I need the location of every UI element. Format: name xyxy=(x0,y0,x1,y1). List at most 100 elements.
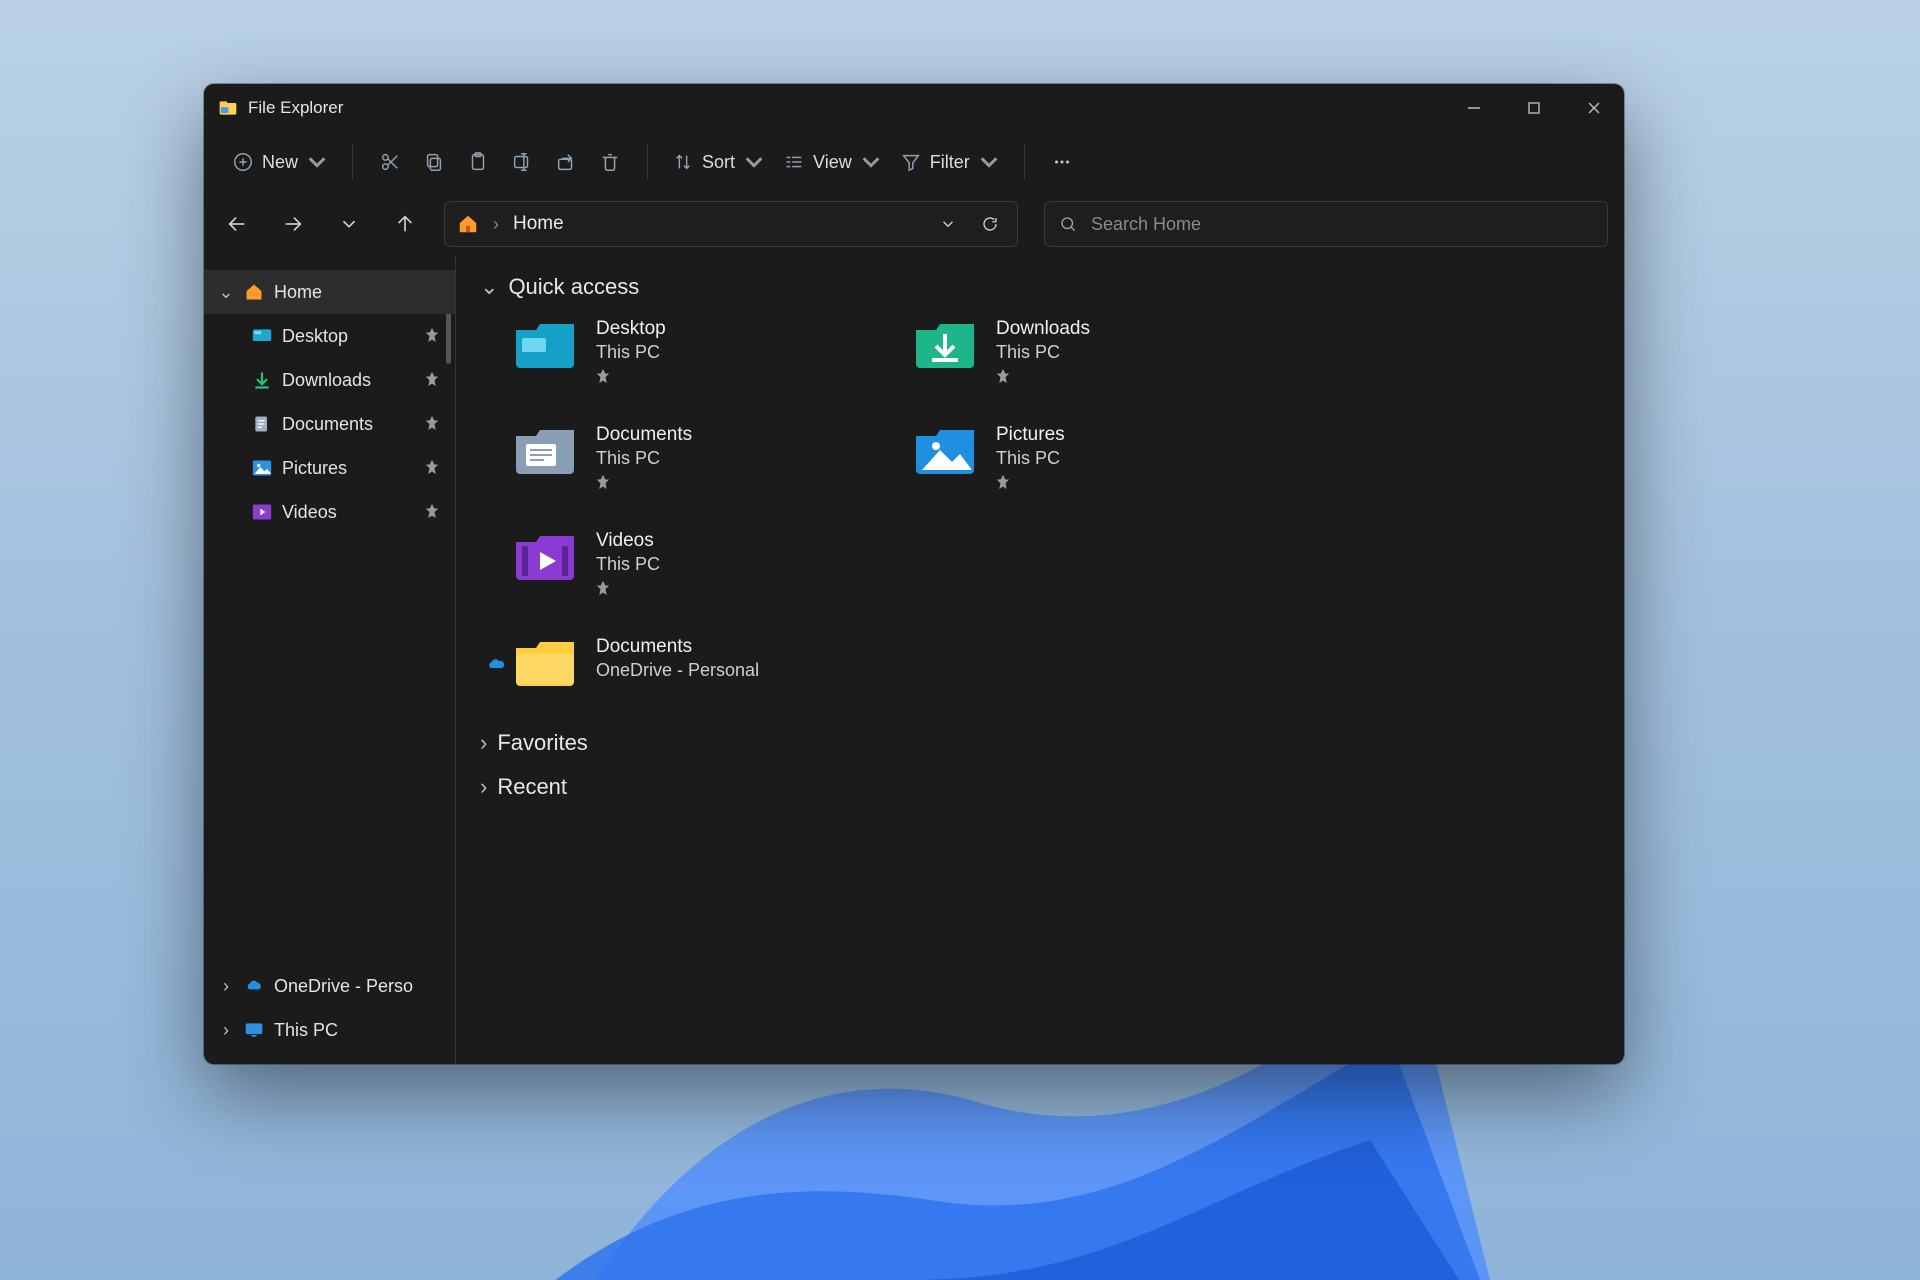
view-button[interactable]: View xyxy=(775,141,890,183)
search-bar[interactable] xyxy=(1044,201,1608,247)
tile-name: Downloads xyxy=(996,318,1090,340)
share-button[interactable] xyxy=(545,141,587,183)
new-label: New xyxy=(262,152,298,173)
pin-icon xyxy=(425,414,439,435)
rename-button[interactable] xyxy=(501,141,543,183)
copy-button[interactable] xyxy=(413,141,455,183)
pictures-icon xyxy=(252,458,272,478)
pin-icon xyxy=(425,370,439,391)
toolbar: New Sort View Filter xyxy=(204,132,1624,192)
folder-downloads-icon xyxy=(914,318,976,370)
folder-icon xyxy=(514,636,576,688)
tile-location: This PC xyxy=(596,448,692,469)
sidebar-item-this-pc[interactable]: › This PC xyxy=(204,1008,455,1052)
tile-name: Documents xyxy=(596,636,759,658)
sidebar-item-home[interactable]: ⌄ Home xyxy=(204,270,455,314)
chevron-right-icon: › xyxy=(480,730,487,756)
cloud-sync-icon xyxy=(486,656,506,670)
quick-access-item-onedrive-documents[interactable]: Documents OneDrive - Personal xyxy=(514,636,914,688)
cut-button[interactable] xyxy=(369,141,411,183)
chevron-down-icon xyxy=(306,151,328,173)
sort-label: Sort xyxy=(702,152,735,173)
sidebar-item-label: Desktop xyxy=(282,326,348,347)
more-button[interactable] xyxy=(1041,141,1083,183)
chevron-right-icon[interactable]: › xyxy=(218,976,234,997)
section-favorites-header[interactable]: › Favorites xyxy=(480,730,1600,756)
sidebar-item-documents[interactable]: Documents xyxy=(204,402,455,446)
copy-icon xyxy=(423,151,445,173)
close-button[interactable] xyxy=(1564,84,1624,132)
minimize-button[interactable] xyxy=(1444,84,1504,132)
pin-icon xyxy=(596,581,660,600)
chevron-down-icon xyxy=(860,151,882,173)
folder-desktop-icon xyxy=(514,318,576,370)
pin-icon xyxy=(596,475,692,494)
toolbar-separator xyxy=(352,145,353,179)
videos-icon xyxy=(252,502,272,522)
forward-button[interactable] xyxy=(276,207,310,241)
onedrive-icon xyxy=(244,976,264,996)
share-icon xyxy=(555,151,577,173)
view-icon xyxy=(783,151,805,173)
up-button[interactable] xyxy=(388,207,422,241)
trash-icon xyxy=(599,151,621,173)
sidebar-item-videos[interactable]: Videos xyxy=(204,490,455,534)
delete-button[interactable] xyxy=(589,141,631,183)
pin-icon xyxy=(425,502,439,523)
filter-button[interactable]: Filter xyxy=(892,141,1008,183)
new-button[interactable]: New xyxy=(224,141,336,183)
quick-access-item-documents[interactable]: Documents This PC xyxy=(514,424,914,494)
quick-access-item-videos[interactable]: Videos This PC xyxy=(514,530,914,600)
sidebar-item-onedrive[interactable]: › OneDrive - Perso xyxy=(204,964,455,1008)
tile-location: This PC xyxy=(996,448,1065,469)
quick-access-item-desktop[interactable]: Desktop This PC xyxy=(514,318,914,388)
documents-icon xyxy=(252,414,272,434)
pin-icon xyxy=(596,369,666,388)
desktop-icon xyxy=(252,326,272,346)
sidebar-item-pictures[interactable]: Pictures xyxy=(204,446,455,490)
back-button[interactable] xyxy=(220,207,254,241)
scissors-icon xyxy=(379,151,401,173)
toolbar-separator xyxy=(1024,145,1025,179)
file-explorer-window: File Explorer New Sort xyxy=(204,84,1624,1064)
nav-row: › Home xyxy=(204,192,1624,256)
window-body: ⌄ Home Desktop Downloads Documents xyxy=(204,256,1624,1064)
chevron-down-icon[interactable]: ⌄ xyxy=(218,282,234,303)
arrow-right-icon xyxy=(282,213,304,235)
plus-circle-icon xyxy=(232,151,254,173)
quick-access-grid: Desktop This PC Downloads This PC xyxy=(514,318,1600,688)
titlebar: File Explorer xyxy=(204,84,1624,132)
arrow-left-icon xyxy=(226,213,248,235)
sidebar-item-label: OneDrive - Perso xyxy=(274,976,413,997)
chevron-right-icon[interactable]: › xyxy=(218,1020,234,1041)
paste-button[interactable] xyxy=(457,141,499,183)
download-icon xyxy=(252,370,272,390)
tile-location: This PC xyxy=(596,554,660,575)
breadcrumb-home[interactable]: Home xyxy=(513,213,564,235)
sort-button[interactable]: Sort xyxy=(664,141,773,183)
quick-access-item-pictures[interactable]: Pictures This PC xyxy=(914,424,1314,494)
rename-icon xyxy=(511,151,533,173)
recent-locations-button[interactable] xyxy=(332,207,366,241)
chevron-down-icon xyxy=(743,151,765,173)
maximize-button[interactable] xyxy=(1504,84,1564,132)
tile-name: Pictures xyxy=(996,424,1065,446)
sidebar-item-downloads[interactable]: Downloads xyxy=(204,358,455,402)
tile-location: This PC xyxy=(596,342,666,363)
sidebar-item-desktop[interactable]: Desktop xyxy=(204,314,455,358)
section-recent-header[interactable]: › Recent xyxy=(480,774,1600,800)
chevron-right-icon: › xyxy=(480,774,487,800)
section-quick-access-header[interactable]: ⌄ Quick access xyxy=(480,274,1600,300)
folder-videos-icon xyxy=(514,530,576,582)
tile-name: Videos xyxy=(596,530,660,552)
quick-access-item-downloads[interactable]: Downloads This PC xyxy=(914,318,1314,388)
address-bar[interactable]: › Home xyxy=(444,201,1018,247)
filter-icon xyxy=(900,151,922,173)
refresh-button[interactable] xyxy=(975,209,1005,239)
sidebar-item-label: Videos xyxy=(282,502,337,523)
address-history-button[interactable] xyxy=(933,209,963,239)
pin-icon xyxy=(996,475,1065,494)
folder-pictures-icon xyxy=(914,424,976,476)
chevron-down-icon xyxy=(338,213,360,235)
search-input[interactable] xyxy=(1091,214,1593,235)
